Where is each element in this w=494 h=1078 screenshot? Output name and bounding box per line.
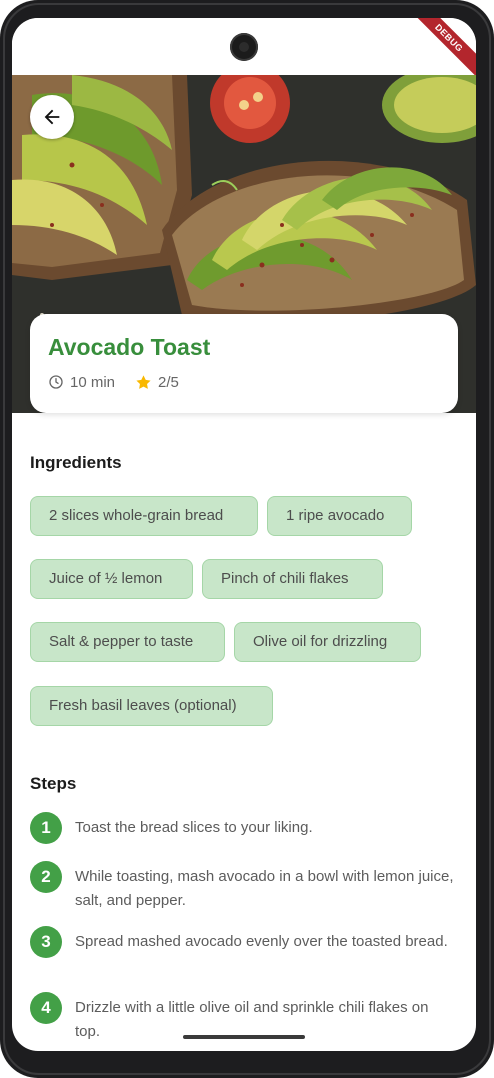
recipe-title: Avocado Toast — [48, 334, 211, 360]
phone-frame: DEBUG Avocado Toast 10 min 2/5 Ingredien… — [0, 0, 494, 1078]
ingredients-heading: Ingredients — [30, 453, 122, 472]
arrow-left-icon — [44, 109, 60, 125]
back-button[interactable] — [30, 95, 74, 139]
ingredient-chip[interactable]: Salt & pepper to taste — [30, 622, 225, 662]
step-text: While toasting, mash avocado in a bowl w… — [75, 868, 454, 909]
rating-value: 2/5 — [158, 373, 179, 391]
debug-banner: DEBUG — [404, 18, 476, 83]
steps-heading: Steps — [30, 774, 77, 793]
ingredient-chip[interactable]: 1 ripe avocado — [267, 496, 412, 536]
step-number-badge: 4 — [30, 992, 62, 1024]
step-text: Spread mashed avocado evenly over the to… — [75, 933, 448, 950]
app-screen: DEBUG Avocado Toast 10 min 2/5 Ingredien… — [12, 18, 476, 1051]
ingredient-chip[interactable]: Juice of ½ lemon — [30, 559, 193, 599]
cook-time: 10 min — [70, 373, 116, 391]
ingredient-chip[interactable]: Pinch of chili flakes — [202, 559, 383, 599]
home-indicator[interactable] — [183, 1035, 305, 1039]
clock-icon — [49, 375, 63, 389]
step-number-badge: 3 — [30, 926, 62, 958]
recipe-meta: 10 min 2/5 — [48, 372, 179, 392]
ingredient-chip[interactable]: Fresh basil leaves (optional) — [30, 686, 273, 726]
star-icon — [136, 374, 151, 389]
ingredient-chip[interactable]: Olive oil for drizzling — [234, 622, 421, 662]
step-text: Toast the bread slices to your liking. — [75, 819, 313, 836]
ingredient-chip[interactable]: 2 slices whole-grain bread — [30, 496, 258, 536]
recipe-title-card: Avocado Toast 10 min 2/5 — [30, 314, 458, 413]
front-camera — [230, 33, 258, 61]
step-number-badge: 1 — [30, 812, 62, 844]
step-number-badge: 2 — [30, 861, 62, 893]
status-bar: DEBUG — [12, 18, 476, 83]
